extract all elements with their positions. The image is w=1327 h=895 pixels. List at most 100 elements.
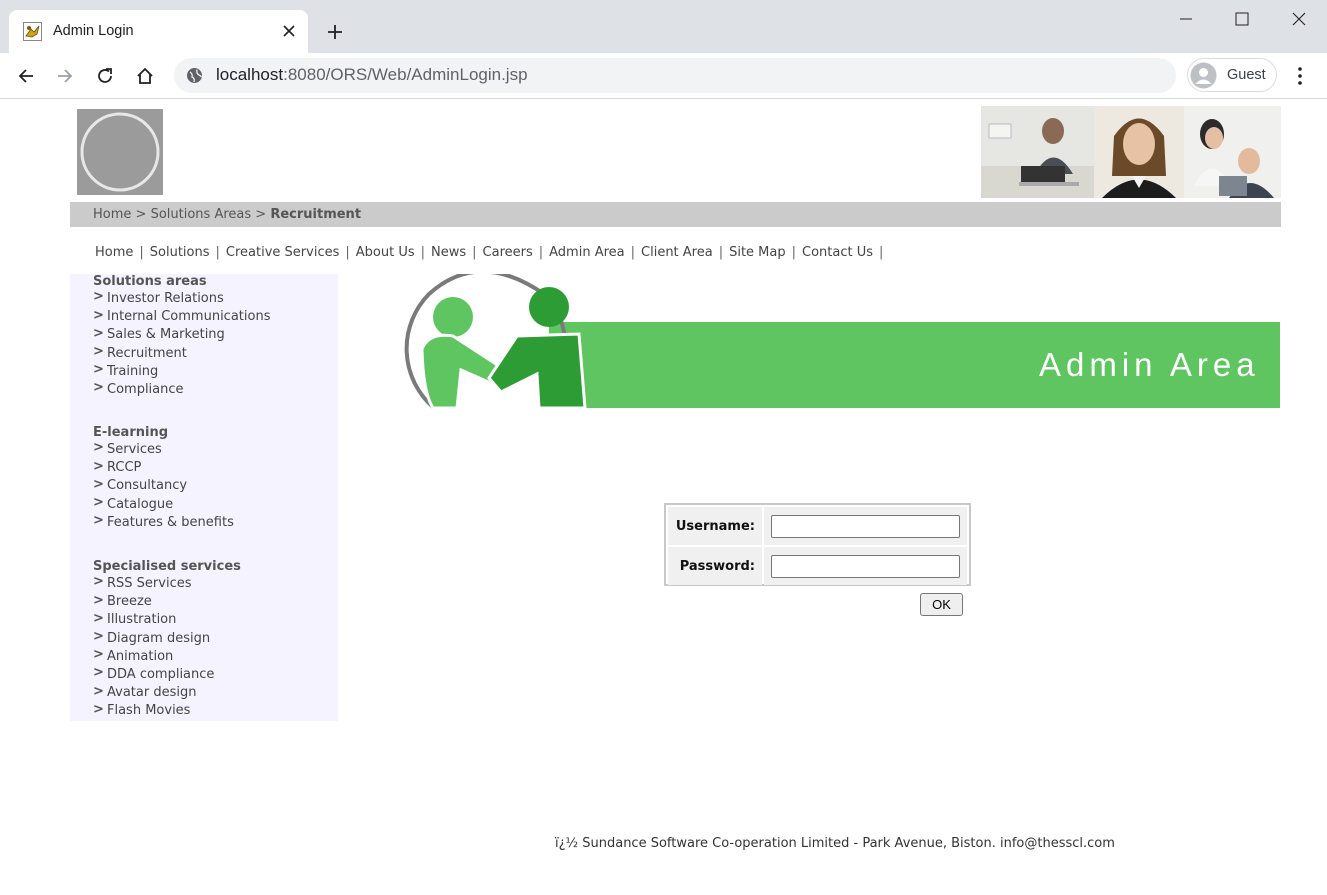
sidebar-item[interactable]: > Diagram design xyxy=(93,629,241,648)
breadcrumb-separator: > xyxy=(135,207,147,222)
new-tab-icon[interactable] xyxy=(322,19,348,45)
chevron-right-icon: > xyxy=(93,665,104,681)
breadcrumb-home[interactable]: Home xyxy=(93,207,131,222)
sidebar-item[interactable]: > Recruitment xyxy=(93,344,270,363)
site-logo[interactable] xyxy=(77,109,163,195)
chevron-right-icon: > xyxy=(93,592,104,608)
nav-separator: | xyxy=(345,245,350,260)
sidebar-item[interactable]: > Avatar design xyxy=(93,684,241,702)
reload-icon[interactable] xyxy=(90,61,120,91)
web-page: Home > Solutions Areas > Recruitment Hom… xyxy=(0,99,1327,895)
admin-area-banner: Admin Area xyxy=(389,274,1280,409)
chevron-right-icon: > xyxy=(93,380,104,396)
chevron-right-icon: > xyxy=(93,629,104,645)
nav-link-news[interactable]: News xyxy=(431,245,466,260)
sidebar-item[interactable]: > Services xyxy=(93,440,234,459)
breadcrumb-bar: Home > Solutions Areas > Recruitment xyxy=(70,202,1281,227)
sidebar-group-solutions-areas: Solutions areas > Investor Relations > Int… xyxy=(93,274,270,399)
sidebar-item[interactable]: > Animation xyxy=(93,647,241,666)
password-label: Password: xyxy=(668,547,762,585)
browser-tab[interactable]: Admin Login xyxy=(9,10,308,53)
forward-arrow-icon[interactable] xyxy=(50,61,80,91)
nav-link-about-us[interactable]: About Us xyxy=(356,245,415,260)
login-form: Username: Password: xyxy=(664,503,971,586)
sidebar-item[interactable]: > Consultancy xyxy=(93,477,234,495)
sidebar-item[interactable]: > Catalogue xyxy=(93,495,234,514)
sidebar: Solutions areas > Investor Relations > Int… xyxy=(70,274,338,721)
sidebar-item[interactable]: > Internal Communications xyxy=(93,308,270,326)
username-label: Username: xyxy=(668,507,762,545)
sidebar-item[interactable]: > Training xyxy=(93,362,270,381)
nav-separator: | xyxy=(215,245,220,260)
sidebar-item[interactable]: > RCCP xyxy=(93,459,234,477)
window-close-icon[interactable] xyxy=(1279,4,1319,34)
close-tab-icon[interactable] xyxy=(279,21,299,41)
password-cell xyxy=(764,547,967,585)
header-photo-businesswoman xyxy=(1094,106,1184,198)
nav-link-contact-us[interactable]: Contact Us xyxy=(802,245,873,260)
top-navigation: Home | Solutions | Creative Services | Abou… xyxy=(95,245,889,260)
site-info-globe-icon[interactable] xyxy=(186,67,203,88)
chevron-right-icon: > xyxy=(93,458,104,474)
browser-menu-icon[interactable] xyxy=(1290,64,1310,88)
breadcrumb: Home > Solutions Areas > Recruitment xyxy=(93,207,361,222)
sidebar-item[interactable]: > Features & benefits xyxy=(93,513,234,532)
sidebar-item[interactable]: > Illustration xyxy=(93,611,241,629)
nav-link-solutions[interactable]: Solutions xyxy=(150,245,210,260)
nav-link-careers[interactable]: Careers xyxy=(483,245,533,260)
ok-button[interactable]: OK xyxy=(920,593,963,616)
home-icon[interactable] xyxy=(130,61,160,91)
chevron-right-icon: > xyxy=(93,683,104,699)
sidebar-item[interactable]: > Flash Movies xyxy=(93,702,241,720)
handshake-people-icon xyxy=(404,274,587,409)
sidebar-item[interactable]: > RSS Services xyxy=(93,574,241,593)
browser-toolbar: localhost:8080/ORS/Web/AdminLogin.jsp Gu… xyxy=(0,53,1327,99)
username-input[interactable] xyxy=(771,515,960,538)
browser-tab-bar: Admin Login xyxy=(0,0,1327,53)
username-cell xyxy=(764,507,967,545)
sidebar-item[interactable]: > Investor Relations xyxy=(93,289,270,308)
sidebar-group-specialised-services: Specialised services > RSS Services > Bree… xyxy=(93,559,241,721)
nav-link-admin-area[interactable]: Admin Area xyxy=(549,245,624,260)
sidebar-item[interactable]: > Compliance xyxy=(93,380,270,399)
nav-link-client-area[interactable]: Client Area xyxy=(641,245,713,260)
nav-separator: | xyxy=(420,245,425,260)
password-row: Password: xyxy=(668,547,967,585)
nav-separator: | xyxy=(718,245,724,260)
address-bar[interactable]: localhost:8080/ORS/Web/AdminLogin.jsp xyxy=(174,58,1176,93)
chevron-right-icon: > xyxy=(93,289,104,305)
back-arrow-icon[interactable] xyxy=(11,61,41,91)
nav-link-site-map[interactable]: Site Map xyxy=(729,245,786,260)
chevron-right-icon: > xyxy=(93,307,104,323)
password-input[interactable] xyxy=(771,555,960,578)
sidebar-group-e-learning: E-learning > Services > RCCP > Consultancy … xyxy=(93,425,234,532)
footer-text: ï¿½ Sundance Software Co-operation Limit… xyxy=(555,836,1115,851)
profile-avatar-icon xyxy=(1190,62,1217,93)
breadcrumb-solutions-areas[interactable]: Solutions Areas xyxy=(151,207,252,222)
sidebar-heading: Solutions areas xyxy=(93,274,207,289)
chevron-right-icon: > xyxy=(93,701,104,717)
sidebar-heading: Specialised services xyxy=(93,559,241,574)
sidebar-item[interactable]: > Sales & Marketing xyxy=(93,326,270,344)
breadcrumb-current: Recruitment xyxy=(270,207,362,222)
nav-link-creative-services[interactable]: Creative Services xyxy=(226,245,339,260)
maximize-icon[interactable] xyxy=(1222,4,1262,34)
minimize-icon[interactable] xyxy=(1166,4,1206,34)
profile-button[interactable]: Guest xyxy=(1187,58,1277,92)
sidebar-item[interactable]: > Breeze xyxy=(93,593,241,611)
header-photo-office-woman xyxy=(981,106,1094,198)
chevron-right-icon: > xyxy=(93,362,104,378)
url-text: localhost:8080/ORS/Web/AdminLogin.jsp xyxy=(216,65,528,84)
profile-label: Guest xyxy=(1227,67,1266,83)
chevron-right-icon: > xyxy=(93,513,104,529)
breadcrumb-separator: > xyxy=(255,207,267,222)
chevron-right-icon: > xyxy=(93,344,104,360)
chevron-right-icon: > xyxy=(93,647,104,663)
tomcat-favicon-icon xyxy=(23,22,42,41)
chevron-right-icon: > xyxy=(93,325,104,341)
nav-separator: | xyxy=(472,245,477,260)
chevron-right-icon: > xyxy=(93,440,104,456)
nav-separator: | xyxy=(538,245,544,260)
sidebar-item[interactable]: > DDA compliance xyxy=(93,665,241,684)
nav-link-home[interactable]: Home xyxy=(95,245,133,260)
